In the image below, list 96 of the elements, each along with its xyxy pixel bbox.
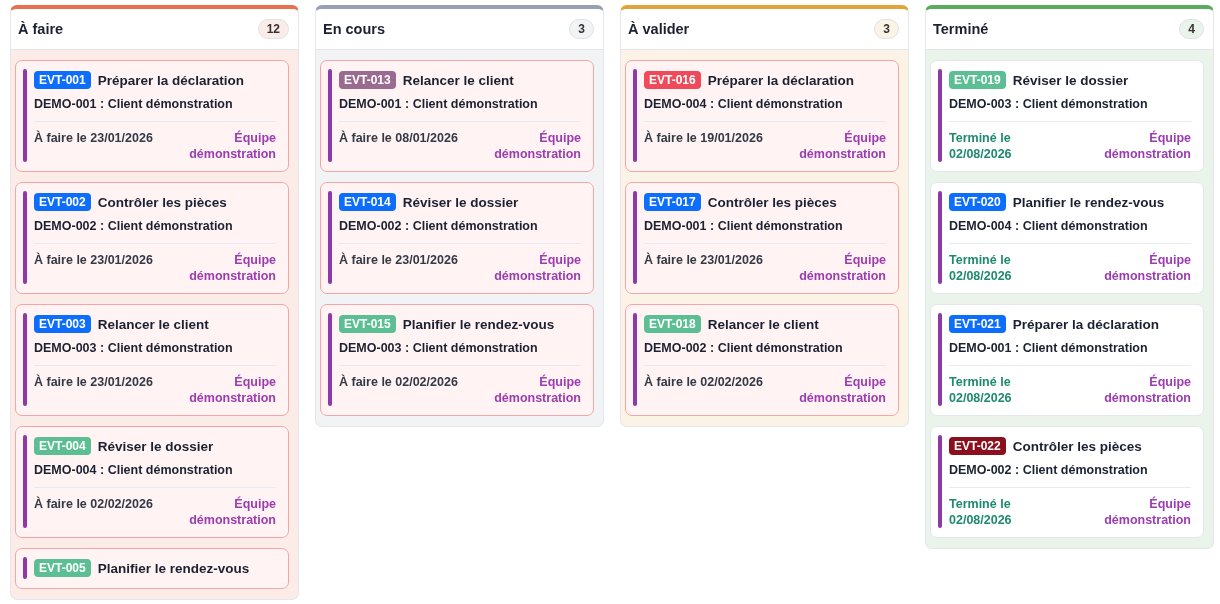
client-name: DEMO-002 : Client démonstration [339, 219, 539, 233]
task-title: Réviser le dossier [97, 438, 214, 454]
task-title: Relancer le client [707, 316, 819, 332]
client-name: DEMO-004 : Client démonstration [34, 463, 234, 477]
count-badge: 12 [257, 19, 289, 39]
task-code: EVT-022 [949, 437, 1006, 455]
task-card[interactable]: EVT-002 Contrôler les pièces DEMO-002 : Client démonstration À faire le 23/01/2026 Équipe démonstration [15, 182, 289, 294]
due-date: À faire le 23/01/2026 [339, 252, 458, 269]
team-name: Équipe démonstration [493, 374, 581, 406]
team-name: Équipe démonstration [188, 374, 276, 406]
client-name: DEMO-002 : Client démonstration [644, 341, 844, 355]
due-date: À faire le 23/01/2026 [34, 374, 153, 391]
task-title: Réviser le dossier [1012, 72, 1129, 88]
team-name: Équipe démonstration [798, 130, 886, 162]
client-name: DEMO-003 : Client démonstration [949, 97, 1149, 111]
task-card[interactable]: EVT-014 Réviser le dossier DEMO-002 : Client démonstration À faire le 23/01/2026 Équipe démonstration [320, 182, 594, 294]
task-code: EVT-014 [339, 193, 396, 211]
task-title: Planifier le rendez-vous [1012, 194, 1165, 210]
task-title: Préparer la déclaration [97, 72, 245, 88]
team-name: Équipe démonstration [493, 130, 581, 162]
team-name: Équipe démonstration [1103, 130, 1191, 162]
task-code: EVT-003 [34, 315, 91, 333]
client-name: DEMO-003 : Client démonstration [34, 341, 234, 355]
task-title: Contrôler les pièces [1012, 438, 1142, 454]
team-name: Équipe démonstration [798, 374, 886, 406]
task-title: Relancer le client [97, 316, 209, 332]
task-title: Préparer la déclaration [707, 72, 855, 88]
task-code: EVT-016 [644, 71, 701, 89]
task-title: Contrôler les pièces [97, 194, 227, 210]
team-name: Équipe démonstration [188, 130, 276, 162]
client-name: DEMO-001 : Client démonstration [644, 219, 844, 233]
task-card[interactable]: EVT-016 Préparer la déclaration DEMO-004 : Client démonstration À faire le 19/01/2026 Équipe démonstration [625, 60, 899, 172]
task-title: Réviser le dossier [402, 194, 519, 210]
client-name: DEMO-001 : Client démonstration [34, 97, 234, 111]
task-card[interactable]: EVT-003 Relancer le client DEMO-003 : Client démonstration À faire le 23/01/2026 Équipe démonstration [15, 304, 289, 416]
client-name: DEMO-001 : Client démonstration [949, 341, 1149, 355]
due-date: À faire le 23/01/2026 [34, 252, 153, 269]
column-title: À valider [628, 21, 690, 37]
client-name: DEMO-002 : Client démonstration [34, 219, 234, 233]
task-code: EVT-017 [644, 193, 701, 211]
due-date: À faire le 02/02/2026 [339, 374, 458, 391]
column-title: À faire [18, 21, 64, 37]
due-date: À faire le 23/01/2026 [34, 130, 153, 147]
due-date: À faire le 23/01/2026 [644, 252, 763, 269]
task-card[interactable]: EVT-004 Réviser le dossier DEMO-004 : Client démonstration À faire le 02/02/2026 Équipe démonstration [15, 426, 289, 538]
due-date: À faire le 08/01/2026 [339, 130, 458, 147]
task-card[interactable]: EVT-005 Planifier le rendez-vous [15, 548, 289, 589]
client-name: DEMO-003 : Client démonstration [339, 341, 539, 355]
team-name: Équipe démonstration [798, 252, 886, 284]
task-title: Contrôler les pièces [707, 194, 837, 210]
due-date: À faire le 02/02/2026 [644, 374, 763, 391]
client-name: DEMO-002 : Client démonstration [949, 463, 1149, 477]
task-card[interactable]: EVT-001 Préparer la déclaration DEMO-001 : Client démonstration À faire le 23/01/2026 Équipe démonstration [15, 60, 289, 172]
task-title: Planifier le rendez-vous [97, 560, 250, 576]
team-name: Équipe démonstration [1103, 374, 1191, 406]
column-title: En cours [323, 21, 386, 37]
due-date: Terminé le 02/08/2026 [949, 496, 1013, 528]
task-card[interactable]: EVT-015 Planifier le rendez-vous DEMO-003 : Client démonstration À faire le 02/02/2026 Équipe démonstration [320, 304, 594, 416]
due-date: À faire le 02/02/2026 [34, 496, 153, 513]
count-badge: 3 [569, 19, 594, 39]
task-code: EVT-020 [949, 193, 1006, 211]
task-code: EVT-002 [34, 193, 91, 211]
task-card[interactable]: EVT-020 Planifier le rendez-vous DEMO-004 : Client démonstration Terminé le 02/08/2026 Équipe démonstration [930, 182, 1204, 294]
task-card[interactable]: EVT-017 Contrôler les pièces DEMO-001 : Client démonstration À faire le 23/01/2026 Équipe démonstration [625, 182, 899, 294]
task-code: EVT-004 [34, 437, 91, 455]
task-card[interactable]: EVT-013 Relancer le client DEMO-001 : Client démonstration À faire le 08/01/2026 Équipe démonstration [320, 60, 594, 172]
task-title: Relancer le client [402, 72, 514, 88]
task-title: Préparer la déclaration [1012, 316, 1160, 332]
count-badge: 4 [1179, 19, 1204, 39]
team-name: Équipe démonstration [188, 496, 276, 528]
team-name: Équipe démonstration [493, 252, 581, 284]
client-name: DEMO-004 : Client démonstration [644, 97, 844, 111]
task-card[interactable]: EVT-021 Préparer la déclaration DEMO-001 : Client démonstration Terminé le 02/08/2026 Équipe démonstration [930, 304, 1204, 416]
client-name: DEMO-001 : Client démonstration [339, 97, 539, 111]
due-date: Terminé le 02/08/2026 [949, 130, 1013, 162]
task-card[interactable]: EVT-022 Contrôler les pièces DEMO-002 : Client démonstration Terminé le 02/08/2026 Équipe démonstration [930, 426, 1204, 538]
task-title: Planifier le rendez-vous [402, 316, 555, 332]
due-date: Terminé le 02/08/2026 [949, 374, 1013, 406]
accent-bar [23, 557, 27, 579]
task-code: EVT-019 [949, 71, 1006, 89]
due-date: À faire le 19/01/2026 [644, 130, 763, 147]
team-name: Équipe démonstration [188, 252, 276, 284]
task-code: EVT-015 [339, 315, 396, 333]
task-code: EVT-021 [949, 315, 1006, 333]
task-code: EVT-005 [34, 559, 91, 577]
task-code: EVT-013 [339, 71, 396, 89]
task-card[interactable]: EVT-019 Réviser le dossier DEMO-003 : Client démonstration Terminé le 02/08/2026 Équipe démonstration [930, 60, 1204, 172]
count-badge: 3 [874, 19, 899, 39]
team-name: Équipe démonstration [1103, 496, 1191, 528]
task-code: EVT-018 [644, 315, 701, 333]
due-date: Terminé le 02/08/2026 [949, 252, 1013, 284]
column-title: Terminé [933, 21, 989, 37]
task-code: EVT-001 [34, 71, 91, 89]
team-name: Équipe démonstration [1103, 252, 1191, 284]
task-card[interactable]: EVT-018 Relancer le client DEMO-002 : Client démonstration À faire le 02/02/2026 Équipe démonstration [625, 304, 899, 416]
client-name: DEMO-004 : Client démonstration [949, 219, 1149, 233]
